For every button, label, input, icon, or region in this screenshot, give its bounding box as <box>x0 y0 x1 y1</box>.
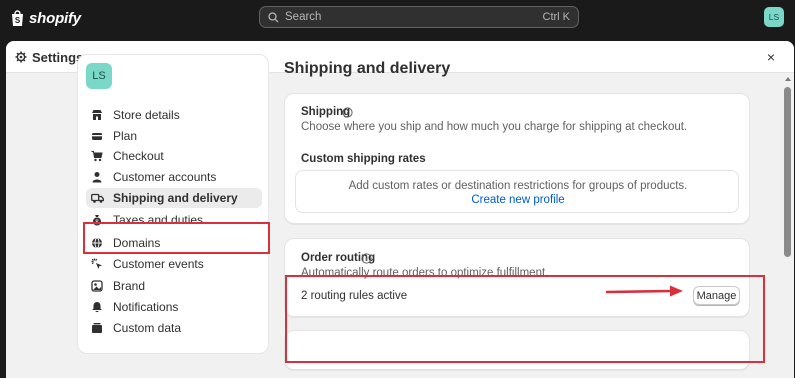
person-icon <box>90 170 104 184</box>
sidebar-item-label: Customer events <box>113 257 204 271</box>
sidebar-item-notifications[interactable]: Notifications <box>86 297 262 317</box>
shopify-logo[interactable]: S shopify <box>10 8 81 28</box>
sidebar-item-label: Plan <box>113 129 138 143</box>
red-arrow-icon <box>605 285 683 297</box>
sidebar-item-label: Store details <box>113 108 180 122</box>
sidebar-item-store-details[interactable]: Store details <box>86 105 262 125</box>
custom-rates-box: Add custom rates or destination restrict… <box>295 170 739 213</box>
store-icon <box>90 108 104 122</box>
truck-icon <box>90 191 104 205</box>
info-icon[interactable] <box>361 253 372 264</box>
bell-icon <box>90 300 104 314</box>
search-icon <box>268 11 279 22</box>
plan-icon <box>90 129 104 143</box>
gear-icon <box>15 51 27 63</box>
search-shortcut: Ctrl K <box>542 11 571 23</box>
data-icon <box>90 321 104 335</box>
highlight-box-sidebar <box>83 222 270 254</box>
sidebar-item-customer-events[interactable]: Customer events <box>86 254 262 274</box>
search-placeholder: Search <box>285 11 322 23</box>
create-new-profile-link[interactable]: Create new profile <box>296 194 740 206</box>
sidebar-item-label: Brand <box>113 279 146 293</box>
scrollbar-thumb[interactable] <box>784 87 791 257</box>
scrollbar[interactable] <box>782 73 794 378</box>
info-icon[interactable] <box>342 107 353 118</box>
sidebar-item-plan[interactable]: Plan <box>86 126 262 146</box>
sidebar-item-label: Notifications <box>113 300 179 314</box>
sidebar-item-customer-accounts[interactable]: Customer accounts <box>86 167 262 187</box>
user-avatar[interactable]: LS <box>764 7 784 27</box>
close-button[interactable]: × <box>764 50 778 64</box>
sidebar-item-brand[interactable]: Brand <box>86 276 262 296</box>
page-title: Shipping and delivery <box>284 60 451 77</box>
custom-shipping-rates-title: Custom shipping rates <box>301 153 426 165</box>
settings-sidebar: LS Store details Plan Checkout Customer … <box>77 54 269 354</box>
store-avatar: LS <box>86 63 112 89</box>
search-input[interactable]: Search Ctrl K <box>259 6 579 28</box>
events-icon <box>90 257 104 271</box>
sidebar-item-shipping-and-delivery[interactable]: Shipping and delivery <box>86 188 262 208</box>
modal-title: Settings <box>32 50 84 65</box>
svg-text:S: S <box>15 16 21 25</box>
logo-text: shopify <box>29 9 81 27</box>
shopping-bag-icon: S <box>12 10 23 26</box>
cart-icon <box>90 149 104 163</box>
highlight-box-order-routing <box>285 275 765 363</box>
sidebar-item-label: Checkout <box>113 149 164 163</box>
custom-rates-text: Add custom rates or destination restrict… <box>348 180 688 192</box>
sidebar-item-checkout[interactable]: Checkout <box>86 146 262 166</box>
sidebar-item-label: Custom data <box>113 321 182 335</box>
sidebar-item-custom-data[interactable]: Custom data <box>86 318 262 338</box>
sidebar-item-label: Customer accounts <box>113 170 217 184</box>
sidebar-item-label: Shipping and delivery <box>113 191 238 205</box>
top-bar: S shopify Search Ctrl K LS <box>0 0 795 36</box>
scroll-up-arrow-icon[interactable] <box>785 77 791 81</box>
shipping-card-description: Choose where you ship and how much you c… <box>301 121 688 133</box>
shipping-card: Shipping Choose where you ship and how m… <box>284 93 750 224</box>
brand-icon <box>90 279 104 293</box>
